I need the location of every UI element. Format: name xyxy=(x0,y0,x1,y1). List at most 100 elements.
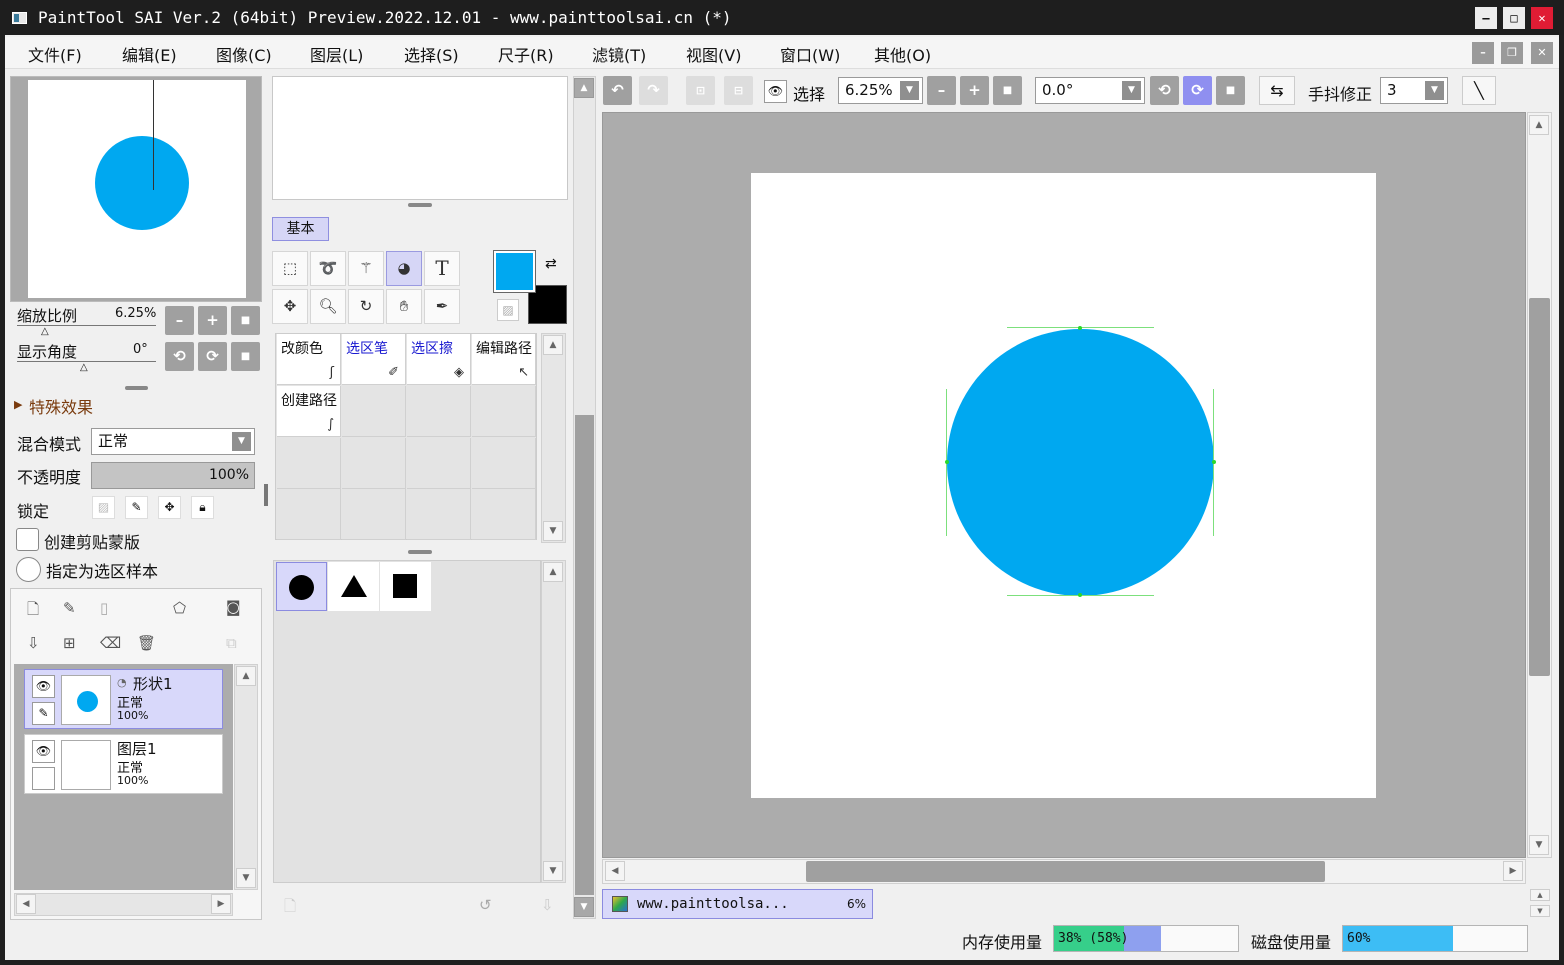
scroll-right-icon[interactable]: ▶ xyxy=(1503,861,1523,881)
brush-cell-empty[interactable] xyxy=(342,438,406,489)
layer-row-shape1[interactable]: 👁︎ ✎ ◔ 形状1 正常 100% xyxy=(24,669,223,729)
menu-ruler[interactable]: 尺子(R) xyxy=(498,42,554,66)
flip-horizontal-icon[interactable]: ⇆ xyxy=(1259,76,1295,105)
tool-tab-basic[interactable]: 基本 xyxy=(272,217,329,241)
new-folder-icon[interactable]: ▯ xyxy=(100,599,108,617)
zoom-out-button[interactable]: – xyxy=(165,306,194,335)
text-tool-icon[interactable]: T xyxy=(424,251,460,286)
brush-cell-empty[interactable] xyxy=(407,489,471,540)
scroll-right-icon[interactable]: ▶ xyxy=(211,894,231,914)
brush-cell-empty[interactable] xyxy=(407,386,471,437)
blend-mode-select[interactable]: 正常 ▼ xyxy=(91,428,255,455)
clipping-mask-checkbox[interactable] xyxy=(16,528,39,551)
canvas-viewport[interactable] xyxy=(602,112,1526,858)
clear-layer-icon[interactable]: ⌫ xyxy=(100,634,121,652)
shape-handle[interactable] xyxy=(945,460,949,464)
lock-all-icon[interactable]: 🔒︎ xyxy=(191,496,214,519)
angle-slider-handle[interactable]: △ xyxy=(80,362,88,373)
menu-layer[interactable]: 图层(L) xyxy=(310,42,363,66)
zoom-in-button[interactable]: + xyxy=(198,306,227,335)
brush-cell-selection-eraser[interactable]: 选区擦 ◈ xyxy=(407,334,471,385)
menu-window[interactable]: 窗口(W) xyxy=(780,42,840,66)
effects-label[interactable]: 特殊效果 xyxy=(29,394,93,418)
rect-select-tool-icon[interactable]: ⬚ xyxy=(272,251,308,286)
canvas-zoom-out-button[interactable]: – xyxy=(927,76,956,105)
brush-cell-empty[interactable] xyxy=(277,489,341,540)
scroll-up-icon[interactable]: ▲ xyxy=(236,666,256,686)
brush-cell-edit-path[interactable]: 编辑路径 ↖ xyxy=(472,334,536,385)
zoom-slider-handle[interactable]: △ xyxy=(41,326,49,337)
canvas-hscrollbar[interactable]: ◀ ▶ xyxy=(602,859,1526,884)
canvas-zoom-in-button[interactable]: + xyxy=(960,76,989,105)
move-tool-icon[interactable]: ✥ xyxy=(272,289,308,324)
hand-tool-icon[interactable]: ✋︎ xyxy=(386,289,422,324)
scroll-down-icon[interactable]: ▼ xyxy=(543,521,563,541)
panel-splitter[interactable] xyxy=(408,550,432,554)
rotate-right-button[interactable]: ⟳ xyxy=(198,342,227,371)
shape-doc-icon[interactable]: 🗋 xyxy=(284,896,296,921)
new-layer-icon[interactable]: 🗋 xyxy=(27,599,39,624)
scroll-up-icon[interactable]: ▲ xyxy=(543,562,563,582)
shape-triangle-button[interactable] xyxy=(328,562,379,611)
delete-layer-icon[interactable]: 🗑︎ xyxy=(137,634,156,652)
shape-reset-icon[interactable]: ↺ xyxy=(479,896,492,914)
scroll-down-icon[interactable]: ▼ xyxy=(543,861,563,881)
shape-handle[interactable] xyxy=(1078,326,1082,330)
doc-close-button[interactable]: ✕ xyxy=(1531,42,1553,64)
redo-button[interactable]: ↷ xyxy=(639,76,668,105)
scroll-up-icon[interactable]: ▲ xyxy=(543,335,563,355)
shape-handle[interactable] xyxy=(1078,593,1082,597)
lasso-tool-icon[interactable]: ➰ xyxy=(310,251,346,286)
canvas-zoom-reset-button[interactable]: ■ xyxy=(993,76,1022,105)
canvas-vscrollbar[interactable]: ▲ ▼ xyxy=(1527,112,1552,858)
layer-list-scrollbar[interactable]: ▲ ▼ xyxy=(234,664,258,890)
scroll-thumb[interactable] xyxy=(806,861,1325,882)
new-linework-layer-icon[interactable]: ✎ xyxy=(63,599,76,617)
scroll-down-icon[interactable]: ▼ xyxy=(574,897,594,917)
menu-edit[interactable]: 编辑(E) xyxy=(122,42,177,66)
rotate-tool-icon[interactable]: ↻ xyxy=(348,289,384,324)
brush-cell-empty[interactable] xyxy=(342,489,406,540)
swap-colors-icon[interactable]: ⇄ xyxy=(545,256,557,272)
canvas-zoom-select[interactable]: 6.25% ▼ xyxy=(838,77,923,104)
doc-minimize-button[interactable]: – xyxy=(1472,42,1494,64)
shape-ellipse-button[interactable] xyxy=(276,562,327,611)
panel-splitter[interactable] xyxy=(408,203,432,207)
shape-rectangle-button[interactable] xyxy=(380,562,431,611)
canvas-angle-select[interactable]: 0.0° ▼ xyxy=(1035,77,1145,104)
deselect-button[interactable]: ⊡ xyxy=(686,76,715,105)
scroll-down-icon[interactable]: ▼ xyxy=(1529,835,1549,855)
layer-row-layer1[interactable]: 👁︎ 图层1 正常 100% xyxy=(24,734,223,794)
lock-move-icon[interactable]: ✥ xyxy=(158,496,181,519)
rotate-reset-button[interactable]: ■ xyxy=(231,342,260,371)
undo-button[interactable]: ↶ xyxy=(603,76,632,105)
lock-transparency-icon[interactable]: ▨ xyxy=(92,496,115,519)
rotate-left-button[interactable]: ⟲ xyxy=(165,342,194,371)
new-shape-layer-icon[interactable]: ⬠ xyxy=(173,599,186,617)
brush-cell-create-path[interactable]: 创建路径 ∫ xyxy=(277,386,341,437)
scroll-thumb[interactable] xyxy=(1529,298,1550,676)
stabilizer-select[interactable]: 3 ▼ xyxy=(1380,77,1448,104)
magic-wand-tool-icon[interactable]: ⚚ xyxy=(348,251,384,286)
menu-other[interactable]: 其他(O) xyxy=(874,42,931,66)
eyedropper-tool-icon[interactable]: ✒︎ xyxy=(424,289,460,324)
close-button[interactable]: ✕ xyxy=(1531,7,1553,29)
merge-layers-icon[interactable]: ⊞ xyxy=(63,634,76,652)
lock-paint-icon[interactable]: ✎ xyxy=(125,496,148,519)
brush-grid-scrollbar[interactable]: ▲ ▼ xyxy=(541,333,566,543)
scroll-down-icon[interactable]: ▼ xyxy=(236,868,256,888)
brush-cell-empty[interactable] xyxy=(472,386,536,437)
doc-restore-button[interactable]: ❐ xyxy=(1501,42,1523,64)
shape-handle[interactable] xyxy=(1212,460,1216,464)
canvas-rotate-left-button[interactable]: ⟲ xyxy=(1150,76,1179,105)
effects-expand-icon[interactable]: ▶ xyxy=(14,398,22,411)
menu-view[interactable]: 视图(V) xyxy=(686,42,741,66)
brush-cell-empty[interactable] xyxy=(407,438,471,489)
zoom-slider-track[interactable] xyxy=(17,325,156,326)
swatch-panel[interactable] xyxy=(272,76,568,200)
scroll-left-icon[interactable]: ◀ xyxy=(16,894,36,914)
scroll-up-icon[interactable]: ▲ xyxy=(574,78,594,98)
edit-pen-icon[interactable] xyxy=(32,767,55,790)
layer-list-hscrollbar[interactable]: ◀ ▶ xyxy=(14,893,233,916)
selection-source-radio[interactable] xyxy=(16,557,41,582)
